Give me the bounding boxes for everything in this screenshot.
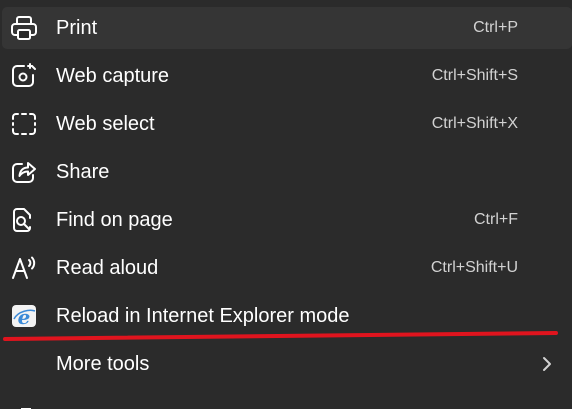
shortcut-label: Ctrl+P (473, 19, 518, 36)
chevron-right-icon (540, 353, 554, 375)
shortcut-label: Ctrl+F (474, 211, 518, 228)
share-icon (10, 159, 38, 185)
menu-item-find-on-page[interactable]: Find on page Ctrl+F (0, 196, 572, 244)
menu-item-more-tools[interactable]: More tools (0, 340, 572, 388)
web-select-icon (10, 111, 38, 137)
menu-item-label: Share (56, 161, 110, 183)
menu-item-read-aloud[interactable]: Read aloud Ctrl+Shift+U (0, 244, 572, 292)
web-capture-icon (10, 63, 38, 89)
shortcut-label: Ctrl+Shift+U (430, 259, 518, 276)
internet-explorer-icon: e (10, 303, 38, 329)
menu-item-label: More tools (56, 353, 150, 375)
menu-item-label: Print (56, 17, 98, 39)
read-aloud-icon (10, 255, 38, 281)
edge-settings-menu: Print Ctrl+P Web capture Ctrl+Shift+S We… (0, 0, 572, 409)
menu-item-label: Reload in Internet Explorer mode (56, 305, 350, 327)
menu-item-web-capture[interactable]: Web capture Ctrl+Shift+S (0, 52, 572, 100)
shortcut-label: Ctrl+Shift+X (431, 115, 518, 132)
find-on-page-icon (10, 207, 38, 233)
printer-icon (10, 15, 38, 41)
menu-item-web-select[interactable]: Web select Ctrl+Shift+X (0, 100, 572, 148)
menu-item-label: Find on page (56, 209, 173, 231)
next-item-icon-partial (12, 400, 40, 409)
menu-item-label: Read aloud (56, 257, 159, 279)
shortcut-label: Ctrl+Shift+S (431, 67, 518, 84)
menu-item-share[interactable]: Share (0, 148, 572, 196)
svg-text:e: e (18, 305, 31, 329)
menu-item-print[interactable]: Print Ctrl+P (0, 4, 572, 52)
menu-item-label: Web capture (56, 65, 170, 87)
menu-item-label: Web select (56, 113, 155, 135)
